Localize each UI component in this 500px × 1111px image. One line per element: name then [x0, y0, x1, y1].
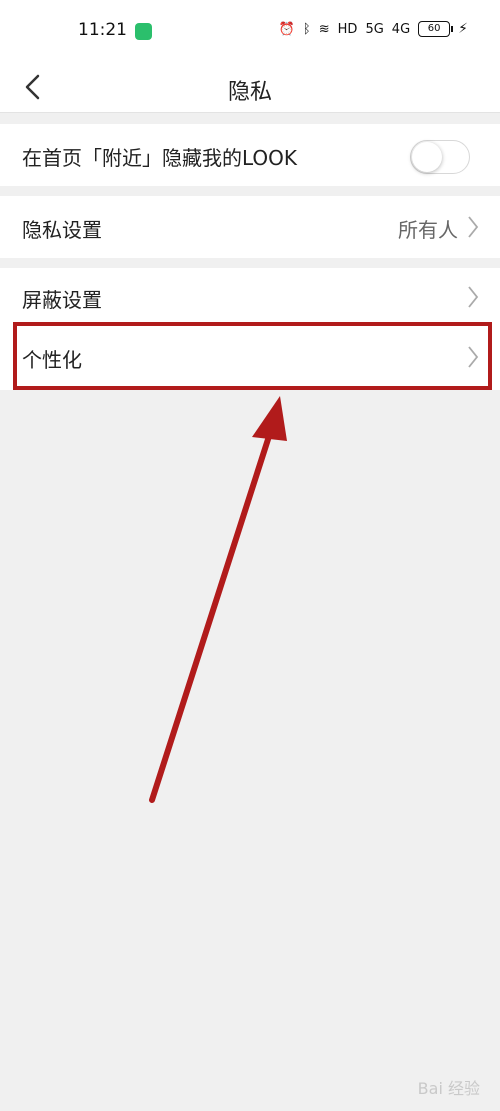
call-icon: [135, 23, 152, 40]
block-setting-label: 屏蔽设置: [22, 288, 102, 312]
watermark: Bai 经验: [417, 1079, 480, 1098]
status-time: 11:21: [78, 20, 127, 40]
status-icons: ⏰ ᛒ ≋ HD 5G 4G 60 ⚡: [279, 21, 468, 37]
highlight-box: [13, 322, 492, 390]
hide-look-row: 在首页「附近」隐藏我的LOOK: [0, 124, 500, 186]
chevron-right-icon: [468, 216, 479, 238]
battery-icon: 60: [418, 21, 454, 37]
bluetooth-icon: ᛒ: [302, 21, 311, 37]
privacy-setting-row[interactable]: 隐私设置 所有人: [0, 196, 500, 258]
hd-icon: HD: [337, 21, 358, 37]
toggle-knob: [412, 142, 442, 172]
hide-look-toggle[interactable]: [410, 140, 470, 174]
alarm-icon: ⏰: [278, 21, 295, 37]
hide-look-label: 在首页「附近」隐藏我的LOOK: [22, 146, 298, 170]
nav-bar: 隐私: [0, 62, 500, 113]
wifi-icon: ≋: [318, 21, 330, 37]
4g-signal-icon: 4G: [391, 21, 411, 37]
privacy-setting-label: 隐私设置: [22, 218, 102, 242]
chevron-right-icon: [468, 286, 479, 308]
charging-icon: ⚡: [458, 21, 468, 37]
page-title: 隐私: [227, 80, 272, 105]
block-setting-row[interactable]: 屏蔽设置: [0, 268, 500, 324]
5g-signal-icon: 5G: [365, 21, 384, 37]
status-bar: 11:21 ⏰ ᛒ ≋ HD 5G 4G 60 ⚡: [0, 0, 500, 62]
privacy-setting-value: 所有人: [398, 218, 458, 242]
